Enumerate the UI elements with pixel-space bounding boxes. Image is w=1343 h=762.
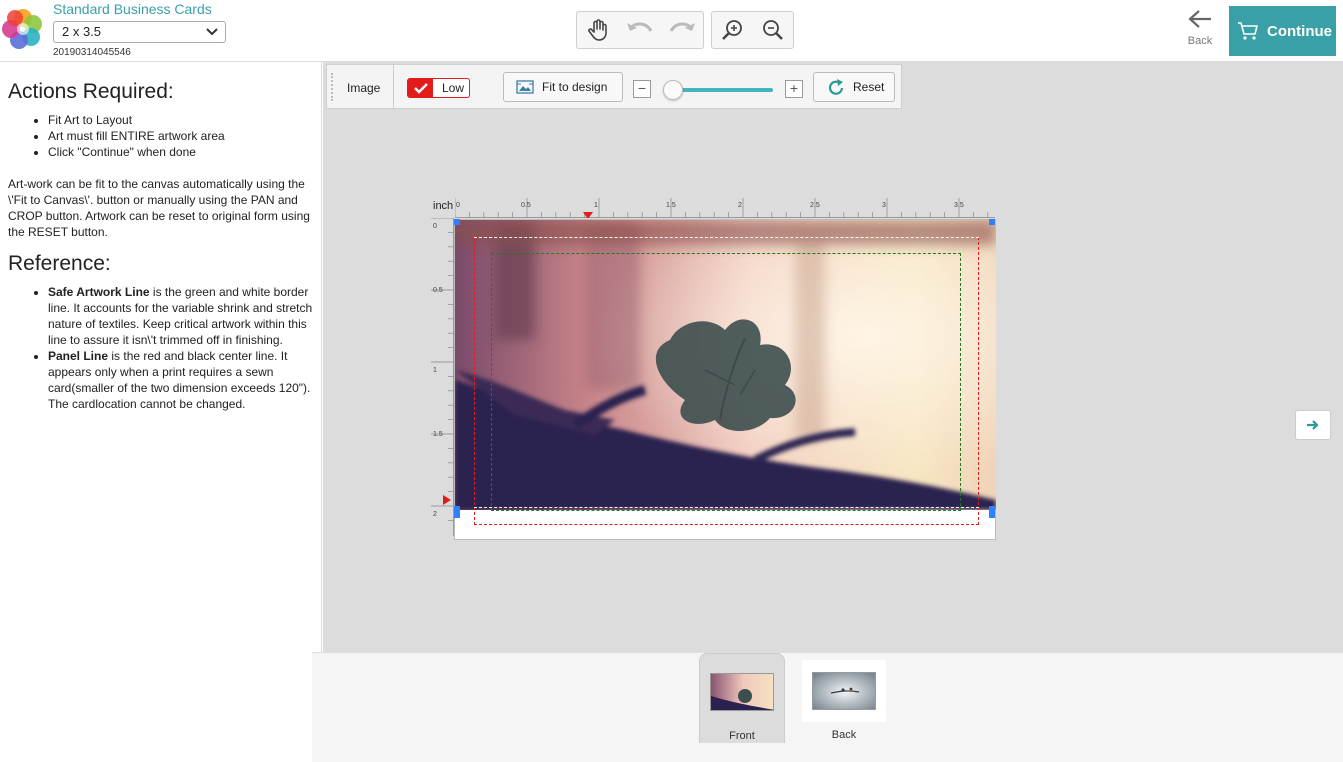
- arrow-left-icon: [1188, 10, 1211, 28]
- resize-handle[interactable]: [454, 219, 460, 225]
- reset-button[interactable]: Reset: [813, 72, 895, 102]
- reference-term: Safe Artwork Line: [48, 285, 150, 299]
- zoom-tool-group: [711, 11, 794, 49]
- description-text: Art-work can be fit to the canvas automa…: [8, 177, 310, 239]
- size-select-value: 2 x 3.5: [62, 24, 102, 39]
- ruler-tick-label: 3: [882, 202, 886, 209]
- back-thumbnail: [812, 672, 876, 710]
- undo-button[interactable]: [619, 12, 661, 48]
- ruler-tick-label: 0: [433, 223, 437, 230]
- list-item: Fit Art to Layout: [48, 112, 313, 128]
- ruler-tick-label: 1.5: [433, 431, 443, 438]
- ruler-tick-label: 1: [433, 367, 437, 374]
- actions-list: Fit Art to Layout Art must fill ENTIRE a…: [8, 112, 313, 160]
- continue-button[interactable]: Continue: [1229, 6, 1336, 56]
- reference-title: Reference:: [8, 252, 111, 275]
- ruler-tick-label: 2: [738, 202, 742, 209]
- zoom-out-icon: [762, 20, 783, 40]
- back-thumbnail-frame: [802, 660, 886, 722]
- horizontal-ruler: 0 0.5 1 1.5 2 2.5 3 3.5: [455, 198, 995, 218]
- reset-label: Reset: [853, 80, 885, 94]
- resize-handle[interactable]: [454, 506, 460, 518]
- order-id: 20190314045546: [53, 47, 131, 58]
- zoom-slider[interactable]: [669, 88, 773, 92]
- safe-artwork-line: [491, 253, 961, 511]
- zoom-minus-button[interactable]: −: [633, 80, 651, 98]
- quality-toggle[interactable]: Low: [407, 78, 470, 98]
- back-button[interactable]: Back: [1182, 8, 1218, 52]
- hand-pan-icon: [588, 19, 607, 41]
- size-select[interactable]: 2 x 3.5: [53, 21, 226, 43]
- vertical-ruler: 0 0.5 1 1.5 2: [431, 218, 454, 536]
- ruler-tick-label: 0.5: [521, 202, 531, 209]
- undo-icon: [627, 22, 653, 32]
- ruler-tick-label: 1: [594, 202, 598, 209]
- front-thumbnail: [710, 673, 774, 711]
- ruler-marker[interactable]: [443, 495, 451, 505]
- resize-handle[interactable]: [989, 219, 995, 225]
- divider: [393, 65, 394, 110]
- ruler-tick-label: 2: [433, 511, 437, 518]
- resize-handle[interactable]: [989, 506, 995, 518]
- tab-back-label: Back: [831, 729, 857, 741]
- ruler-tick-label: 2.5: [810, 202, 820, 209]
- chevron-down-icon: [206, 28, 218, 36]
- reference-list: Safe Artwork Line is the green and white…: [8, 284, 313, 412]
- ruler-tick-label: 3.5: [954, 202, 964, 209]
- top-bar: Standard Business Cards 2 x 3.5 20190314…: [0, 0, 1343, 62]
- instructions-panel: Actions Required: Fit Art to Layout Art …: [0, 62, 322, 762]
- zoom-in-icon: [722, 20, 743, 40]
- zoom-slider-knob[interactable]: [663, 80, 683, 100]
- product-title[interactable]: Standard Business Cards: [53, 1, 212, 17]
- ruler-tick-label: 0: [456, 202, 460, 209]
- image-toolbar: Image Low Fit to design − + Reset: [326, 64, 902, 110]
- tab-front-label: Front: [729, 730, 755, 742]
- redo-button[interactable]: [661, 12, 703, 48]
- list-item: Art must fill ENTIRE artwork area: [48, 128, 313, 144]
- cart-icon: [1238, 22, 1259, 40]
- next-page-button[interactable]: [1295, 410, 1331, 440]
- ruler-unit: inch: [433, 200, 454, 212]
- quality-label: Low: [442, 81, 465, 95]
- redo-icon: [669, 22, 695, 32]
- zoom-out-button[interactable]: [753, 12, 794, 48]
- page-tabs-bar: Front Back: [312, 652, 1343, 762]
- image-label: Image: [347, 81, 381, 95]
- brand-logo: [2, 9, 42, 49]
- continue-label: Continue: [1267, 22, 1332, 40]
- design-workspace: Image Low Fit to design − + Reset inch 0…: [323, 62, 1343, 652]
- tab-front[interactable]: Front: [699, 653, 785, 743]
- reference-term: Panel Line: [48, 349, 109, 363]
- fit-to-design-button[interactable]: Fit to design: [503, 72, 623, 102]
- pan-button[interactable]: [577, 12, 619, 48]
- list-item: Panel Line is the red and black center l…: [48, 348, 313, 412]
- zoom-plus-button[interactable]: +: [785, 80, 803, 98]
- edit-tool-group: [576, 11, 704, 49]
- toolbar-drag-handle[interactable]: [331, 73, 335, 101]
- list-item: Safe Artwork Line is the green and white…: [48, 284, 313, 348]
- design-canvas[interactable]: [454, 219, 996, 540]
- fit-label: Fit to design: [542, 80, 608, 94]
- list-item: Click "Continue" when done: [48, 144, 313, 160]
- actions-title: Actions Required:: [8, 80, 174, 103]
- back-label: Back: [1187, 35, 1213, 47]
- tab-back[interactable]: Back: [801, 653, 887, 743]
- ruler-tick-label: 1.5: [666, 202, 676, 209]
- arrow-right-icon: [1307, 420, 1319, 430]
- ruler-tick-label: 0.5: [433, 287, 443, 294]
- zoom-in-button[interactable]: [712, 12, 753, 48]
- reset-icon: [828, 79, 844, 95]
- check-icon: [408, 79, 433, 97]
- fit-image-icon: [516, 80, 534, 94]
